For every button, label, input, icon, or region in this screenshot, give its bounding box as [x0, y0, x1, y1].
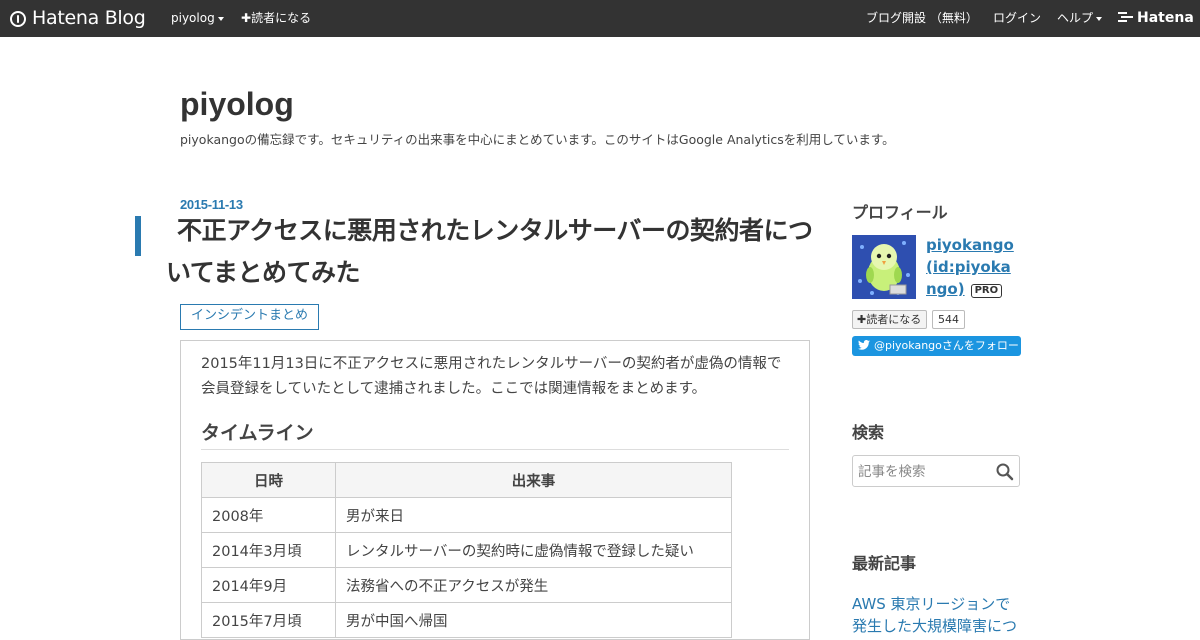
global-header: Hatena Blog piyolog ✚読者になる ブログ開設 （無料） ログ… [0, 0, 1200, 37]
table-cell-date: 2008年 [201, 497, 336, 533]
profile-heading: プロフィール [852, 203, 948, 222]
table-header-event: 出来事 [335, 462, 732, 498]
login-link[interactable]: ログイン [993, 0, 1041, 37]
table-header-row: 日時 出来事 [201, 462, 732, 498]
pro-badge: PRO [970, 284, 1003, 298]
subscriber-count: 544 [932, 310, 965, 329]
plus-icon: ✚ [857, 313, 867, 326]
table-cell-event: レンタルサーバーの契約時に虚偽情報で登録した疑い [335, 532, 732, 568]
chevron-down-icon [217, 16, 224, 21]
header-subscribe-button[interactable]: ✚読者になる [241, 0, 311, 37]
profile-name-link[interactable]: piyokango (id:piyokango) PRO [926, 234, 1018, 300]
blog-menu-label: piyolog [171, 11, 215, 25]
plus-icon: ✚ [241, 11, 252, 25]
hatena-blog-logo-icon [10, 11, 26, 27]
table-cell-event: 男が来日 [335, 497, 732, 533]
parakeet-avatar-icon [852, 235, 916, 299]
hatena-logo[interactable]: Hatena [1118, 0, 1194, 37]
table-cell-date: 2014年9月 [201, 567, 336, 603]
table-row: 2014年3月頃 レンタルサーバーの契約時に虚偽情報で登録した疑い [201, 532, 732, 568]
table-row: 2014年9月 法務省への不正アクセスが発生 [201, 567, 732, 603]
hatena-blog-logo-text: Hatena Blog [32, 7, 146, 29]
help-label: ヘルプ [1057, 11, 1094, 25]
search-heading: 検索 [852, 423, 885, 442]
table-cell-date: 2014年3月頃 [201, 532, 336, 568]
category-tag[interactable]: インシデントまとめ [180, 304, 319, 330]
search-icon[interactable] [995, 462, 1015, 482]
table-row: 2008年 男が来日 [201, 497, 732, 533]
hatena-logo-icon [1118, 12, 1133, 22]
blog-title[interactable]: piyolog [180, 86, 294, 123]
sidebar-subscribe-button[interactable]: ✚読者になる [852, 310, 928, 329]
avatar[interactable] [852, 235, 916, 299]
timeline-heading: タイムライン [201, 418, 789, 450]
twitter-follow-button[interactable]: @piyokangoさんをフォロー [852, 336, 1021, 356]
blog-menu-dropdown[interactable]: piyolog [171, 0, 224, 37]
sidebar-subscribe-label: 読者になる [866, 313, 922, 326]
search-box [852, 455, 1020, 488]
chevron-down-icon [1096, 16, 1103, 21]
table-header-date: 日時 [201, 462, 336, 498]
timeline-table: 日時 出来事 2008年 男が来日 2014年3月頃 レンタルサーバーの契約時に… [201, 462, 732, 638]
help-dropdown[interactable]: ヘルプ [1057, 0, 1103, 37]
table-cell-event: 男が中国へ帰国 [335, 602, 732, 638]
title-accent-bar [135, 216, 141, 256]
header-subscribe-label: 読者になる [251, 11, 312, 25]
twitter-follow-label: @piyokangoさんをフォロー [874, 339, 1019, 352]
recent-heading: 最新記事 [852, 554, 917, 573]
table-row: 2015年7月頃 男が中国へ帰国 [201, 602, 732, 638]
table-cell-event: 法務省への不正アクセスが発生 [335, 567, 732, 603]
search-input[interactable] [853, 456, 995, 488]
entry-title[interactable]: 不正アクセスに悪用されたレンタルサーバーの契約者についてまとめてみた [166, 210, 816, 294]
hatena-logo-text: Hatena [1137, 10, 1194, 26]
blog-description: piyokangoの備忘録です。セキュリティの出来事を中心にまとめています。この… [180, 132, 895, 147]
recent-entry-link[interactable]: AWS 東京リージョンで発生した大規模障害につ [852, 593, 1022, 637]
open-blog-link[interactable]: ブログ開設 （無料） [866, 0, 978, 37]
twitter-bird-icon [858, 340, 870, 350]
entry-intro: 2015年11月13日に不正アクセスに悪用されたレンタルサーバーの契約者が虚偽の… [201, 356, 782, 397]
hatena-blog-logo[interactable]: Hatena Blog [10, 0, 146, 37]
table-cell-date: 2015年7月頃 [201, 602, 336, 638]
entry-content: 2015年11月13日に不正アクセスに悪用されたレンタルサーバーの契約者が虚偽の… [180, 340, 810, 640]
